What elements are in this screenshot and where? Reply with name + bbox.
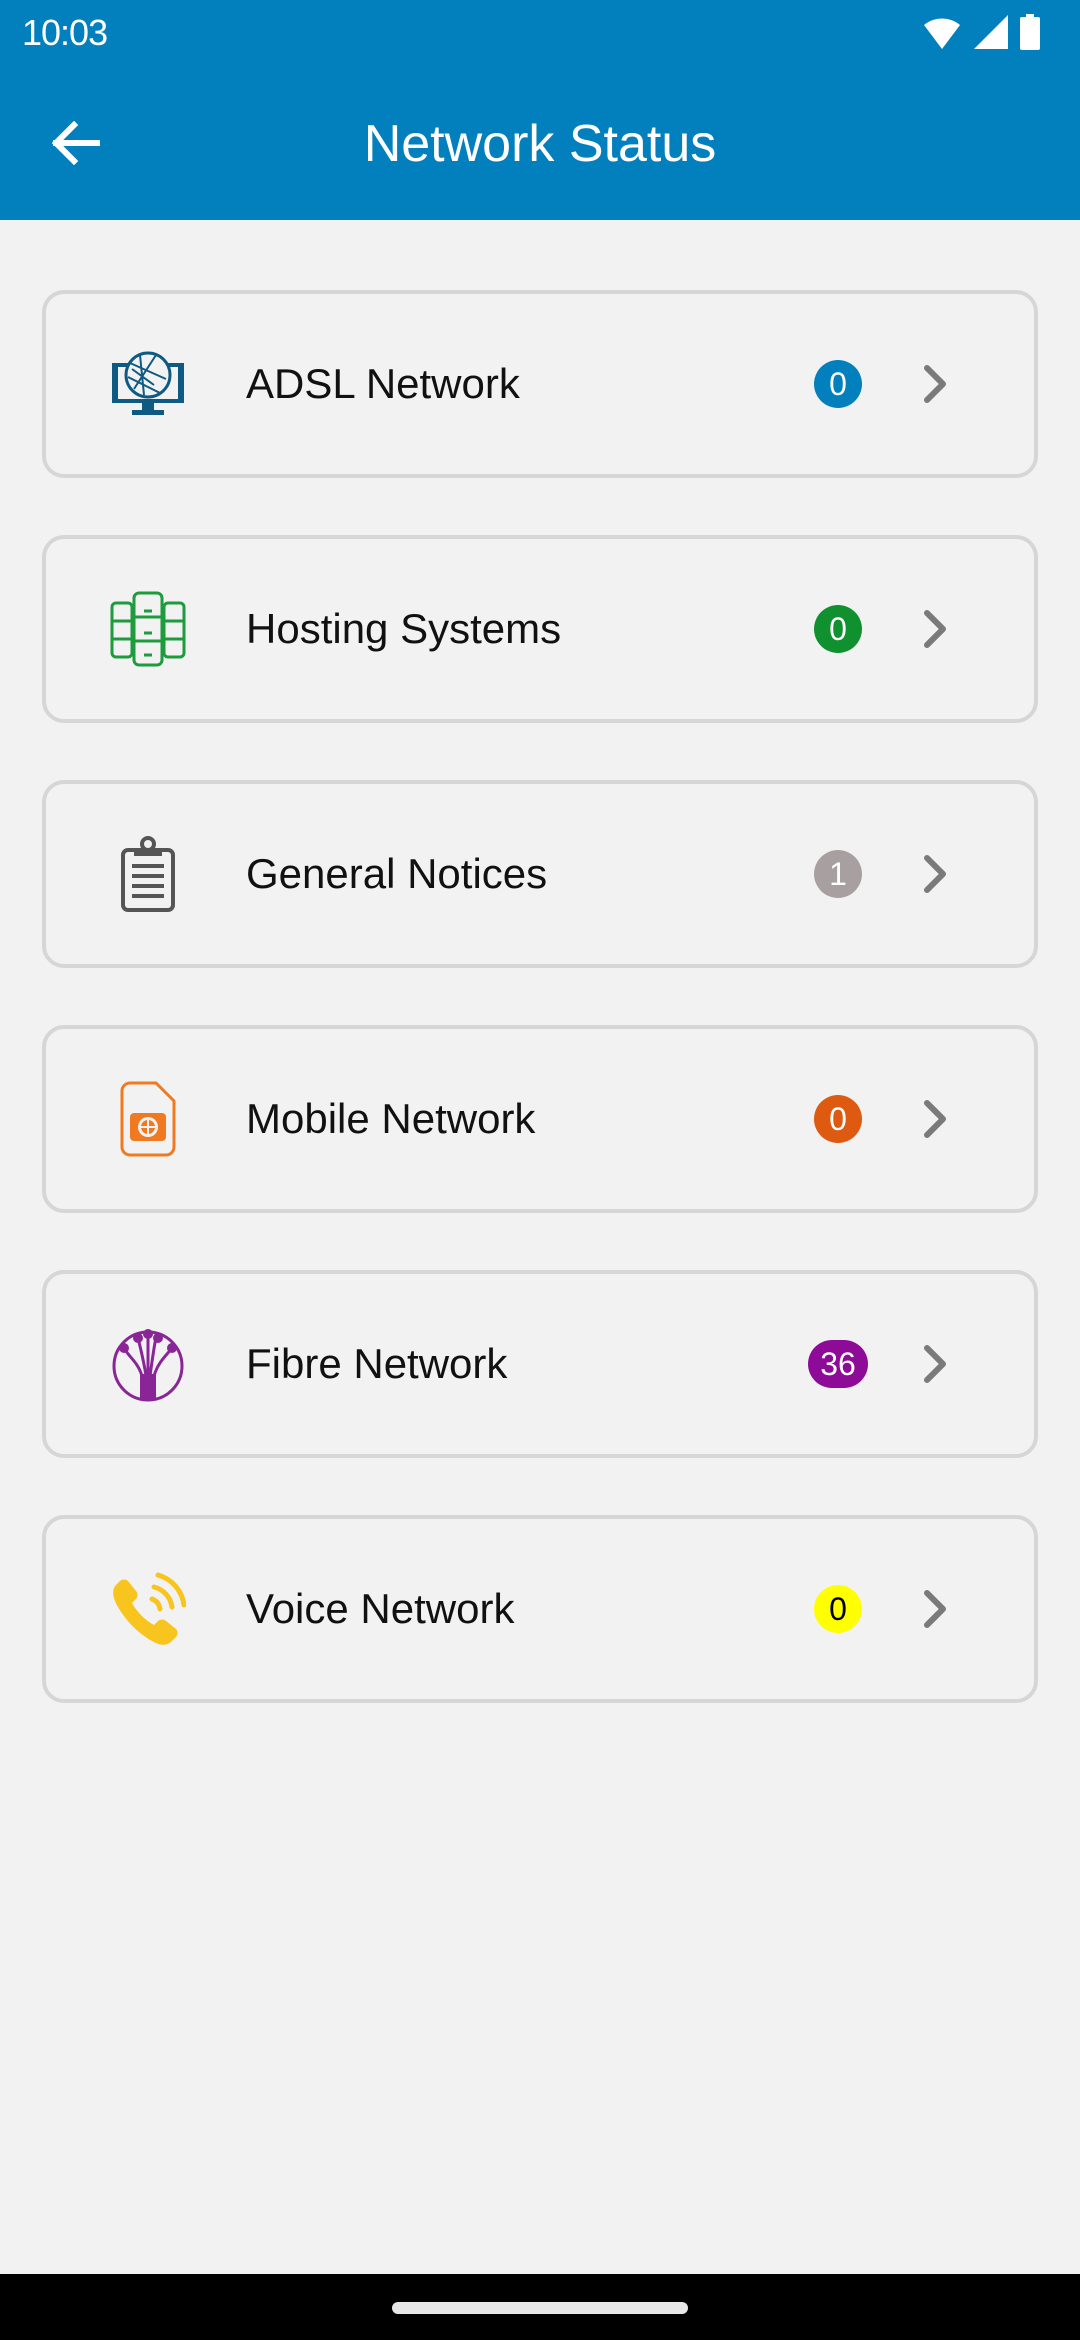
chevron-right-icon <box>916 850 956 898</box>
item-label: General Notices <box>246 850 548 897</box>
count-badge: 0 <box>814 360 862 408</box>
chevron-right-icon <box>916 1585 956 1633</box>
clipboard-icon <box>108 834 188 914</box>
phone-ringing-icon <box>108 1569 188 1649</box>
count-badge: 36 <box>808 1340 868 1388</box>
list-item-hosting-systems[interactable]: Hosting Systems 0 <box>42 535 1038 723</box>
server-rack-icon <box>108 589 188 669</box>
item-label: Mobile Network <box>246 1095 536 1142</box>
list-item-fibre-network[interactable]: Fibre Network 36 <box>42 1270 1038 1458</box>
cellular-signal-icon <box>974 15 1008 54</box>
count-badge: 0 <box>814 605 862 653</box>
fibre-optic-icon <box>108 1324 188 1404</box>
item-label: ADSL Network <box>246 360 520 407</box>
list-item-voice-network[interactable]: Voice Network 0 <box>42 1515 1038 1703</box>
count-badge: 1 <box>814 850 862 898</box>
count-badge: 0 <box>814 1095 862 1143</box>
chevron-right-icon <box>916 605 956 653</box>
monitor-globe-icon <box>108 344 188 424</box>
list-item-general-notices[interactable]: General Notices 1 <box>42 780 1038 968</box>
list-item-adsl-network[interactable]: ADSL Network 0 <box>42 290 1038 478</box>
sim-card-icon <box>108 1079 188 1159</box>
item-label: Hosting Systems <box>246 605 562 652</box>
status-time: 10:03 <box>22 12 108 53</box>
wifi-icon <box>922 15 962 54</box>
chevron-right-icon <box>916 1095 956 1143</box>
list-item-mobile-network[interactable]: Mobile Network 0 <box>42 1025 1038 1213</box>
item-label: Voice Network <box>246 1585 515 1632</box>
chevron-right-icon <box>916 1340 956 1388</box>
item-label: Fibre Network <box>246 1340 508 1387</box>
network-list: ADSL Network 0 Hosting Systems 0 General… <box>42 290 1038 1760</box>
system-nav-bar <box>0 2274 1080 2340</box>
page-title: Network Status <box>363 115 717 173</box>
battery-icon <box>1020 14 1040 55</box>
chevron-right-icon <box>916 360 956 408</box>
status-icons <box>922 14 1040 55</box>
home-gesture-handle[interactable] <box>392 2302 688 2314</box>
count-badge: 0 <box>814 1585 862 1633</box>
app-bar: 10:03 Network Status <box>0 0 1080 220</box>
